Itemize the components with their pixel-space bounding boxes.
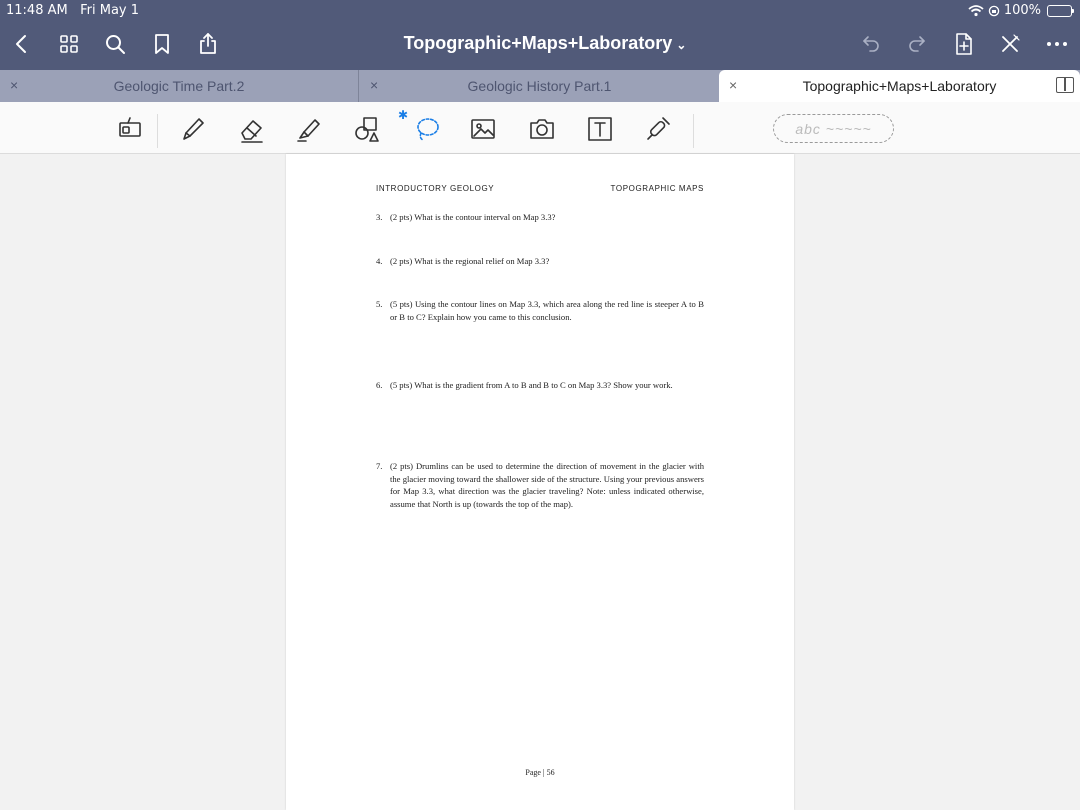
battery-percent: 100% — [1003, 3, 1041, 18]
question-text: (2 pts) What is the contour interval on … — [390, 212, 556, 222]
question-text: (5 pts) What is the gradient from A to B… — [390, 380, 673, 390]
status-indicators: 100% — [968, 3, 1074, 18]
annotation-toolbar: ✱ abc ~~~~~ — [0, 102, 1080, 154]
page-header-left: INTRODUCTORY GEOLOGY — [376, 184, 495, 193]
more-icon[interactable] — [1043, 30, 1071, 58]
question-number: 3. — [376, 212, 383, 222]
close-icon[interactable]: × — [10, 77, 18, 93]
laser-pointer-icon[interactable] — [641, 112, 675, 146]
bluetooth-icon: ✱ — [398, 108, 409, 122]
toolbar-divider — [693, 114, 694, 148]
wifi-icon — [968, 4, 984, 16]
lasso-icon[interactable] — [409, 112, 443, 146]
top-navigation-bar: 11:48 AM Fri May 1 100% Topographic+Maps… — [0, 0, 1080, 70]
question-text: (2 pts) What is the regional relief on M… — [390, 256, 550, 266]
status-time-date: 11:48 AM Fri May 1 — [6, 3, 139, 18]
orientation-lock-icon — [988, 5, 1000, 16]
text-icon[interactable] — [583, 112, 617, 146]
question-7: 7. (2 pts) Drumlins can be used to deter… — [376, 460, 704, 510]
image-icon[interactable] — [466, 112, 500, 146]
split-view-icon[interactable] — [1056, 77, 1074, 93]
question-5: 5. (5 pts) Using the contour lines on Ma… — [376, 298, 704, 323]
shapes-icon[interactable] — [350, 112, 384, 146]
question-number: 4. — [376, 256, 383, 266]
tab-geologic-history-part-1[interactable]: × Geologic History Part.1 — [360, 70, 719, 102]
close-icon[interactable]: × — [370, 77, 378, 93]
question-6: 6. (5 pts) What is the gradient from A t… — [376, 379, 704, 392]
page-header-right: TOPOGRAPHIC MAPS — [610, 184, 704, 193]
redo-icon[interactable] — [903, 30, 931, 58]
tab-label: Geologic History Part.1 — [467, 78, 612, 94]
tab-label: Topographic+Maps+Laboratory — [802, 78, 997, 94]
status-time: 11:48 AM — [6, 3, 68, 18]
tab-geologic-time-part-2[interactable]: × Geologic Time Part.2 — [0, 70, 359, 102]
handwriting-to-text-field[interactable]: abc ~~~~~ — [773, 114, 894, 143]
question-text: (5 pts) Using the contour lines on Map 3… — [390, 299, 704, 322]
chevron-down-icon: ⌄ — [676, 38, 687, 52]
add-page-icon[interactable] — [950, 30, 978, 58]
undo-icon[interactable] — [857, 30, 885, 58]
close-pen-icon[interactable] — [996, 30, 1024, 58]
question-4: 4. (2 pts) What is the regional relief o… — [376, 255, 704, 268]
toolbar-divider — [157, 114, 158, 148]
page-footer: Page | 56 — [525, 768, 555, 777]
question-number: 7. — [376, 461, 383, 471]
tab-label: Geologic Time Part.2 — [113, 78, 245, 94]
question-text: (2 pts) Drumlins can be used to determin… — [390, 461, 704, 509]
tab-bar: × Geologic Time Part.2 × Geologic Histor… — [0, 70, 1080, 102]
question-3: 3. (2 pts) What is the contour interval … — [376, 211, 704, 224]
question-number: 6. — [376, 380, 383, 390]
zoom-window-icon[interactable] — [113, 112, 147, 146]
close-icon[interactable]: × — [729, 77, 737, 93]
battery-icon — [1047, 4, 1074, 17]
eraser-icon[interactable] — [235, 112, 269, 146]
pen-icon[interactable] — [176, 112, 210, 146]
document-page[interactable]: INTRODUCTORY GEOLOGY TOPOGRAPHIC MAPS 3.… — [286, 154, 794, 810]
highlighter-icon[interactable] — [292, 112, 326, 146]
camera-icon[interactable] — [525, 112, 559, 146]
question-number: 5. — [376, 299, 383, 309]
tab-topographic-maps-laboratory[interactable]: × Topographic+Maps+Laboratory — [719, 70, 1080, 102]
status-date: Fri May 1 — [80, 3, 140, 18]
document-title: Topographic+Maps+Laboratory — [403, 33, 673, 53]
